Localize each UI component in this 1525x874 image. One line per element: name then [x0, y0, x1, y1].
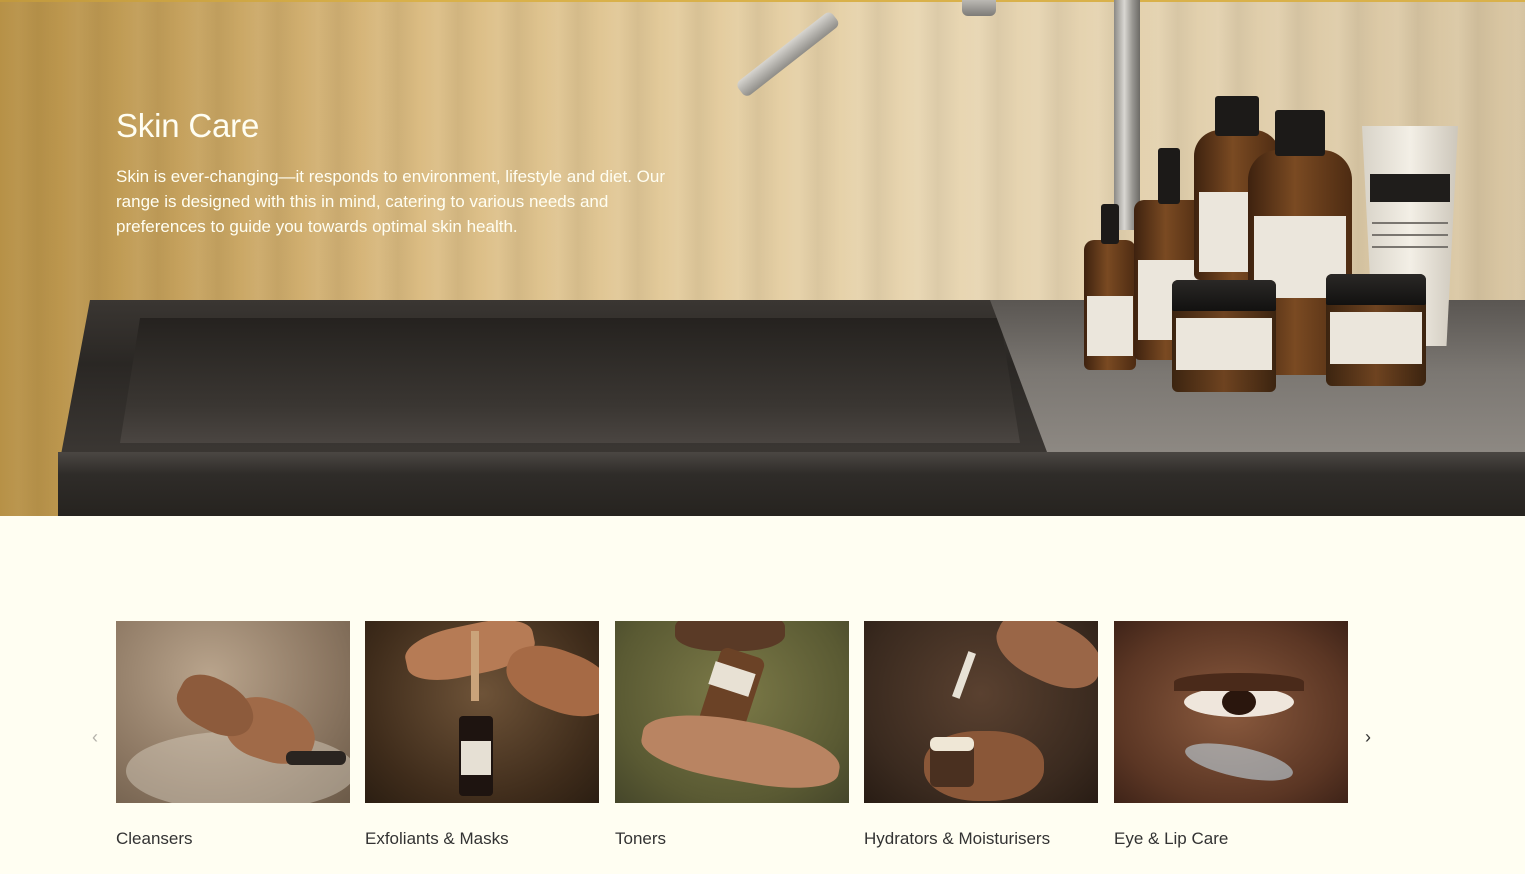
category-label: Cleansers [116, 829, 193, 848]
category-label: Exfoliants & Masks [365, 829, 509, 848]
cleansers-image [116, 621, 350, 803]
faucet-pipe-graphic [1114, 0, 1140, 230]
sink-front-graphic [58, 452, 1525, 516]
page-title: Skin Care [116, 107, 260, 144]
sink-basin-graphic [120, 318, 1020, 443]
category-card-cleansers[interactable]: Cleansers [116, 621, 350, 861]
chevron-right-icon[interactable]: › [1358, 725, 1378, 749]
facial-jar-left [1172, 280, 1276, 392]
exfoliants-masks-image [365, 621, 599, 803]
category-card-hydrators-moisturisers[interactable]: Hydrators & Moisturisers [864, 621, 1098, 861]
dropper-bottle-small [1084, 204, 1136, 370]
chevron-left-icon[interactable]: ‹ [85, 725, 105, 749]
category-card-toners[interactable]: Toners [615, 621, 849, 861]
category-card-eye-lip-care[interactable]: Eye & Lip Care [1114, 621, 1348, 861]
faucet-knob-graphic [962, 0, 996, 16]
toners-image [615, 621, 849, 803]
faucet-spout-graphic [735, 10, 841, 99]
category-label: Toners [615, 829, 667, 848]
category-label: Hydrators & Moisturisers [864, 829, 1051, 848]
facial-jar-right [1326, 274, 1426, 386]
category-label: Eye & Lip Care [1114, 829, 1229, 848]
hero-description: Skin is ever-changing—it responds to env… [116, 167, 665, 236]
hero-banner: Skin Care Skin is ever-changing—it respo… [0, 0, 1525, 516]
category-card-exfoliants-masks[interactable]: Exfoliants & Masks [365, 621, 599, 861]
category-carousel: ‹ Cleansers Exfoliants & Masks Toners Hy… [0, 621, 1525, 861]
eye-lip-care-image [1114, 621, 1348, 803]
hydrators-moisturisers-image [864, 621, 1098, 803]
